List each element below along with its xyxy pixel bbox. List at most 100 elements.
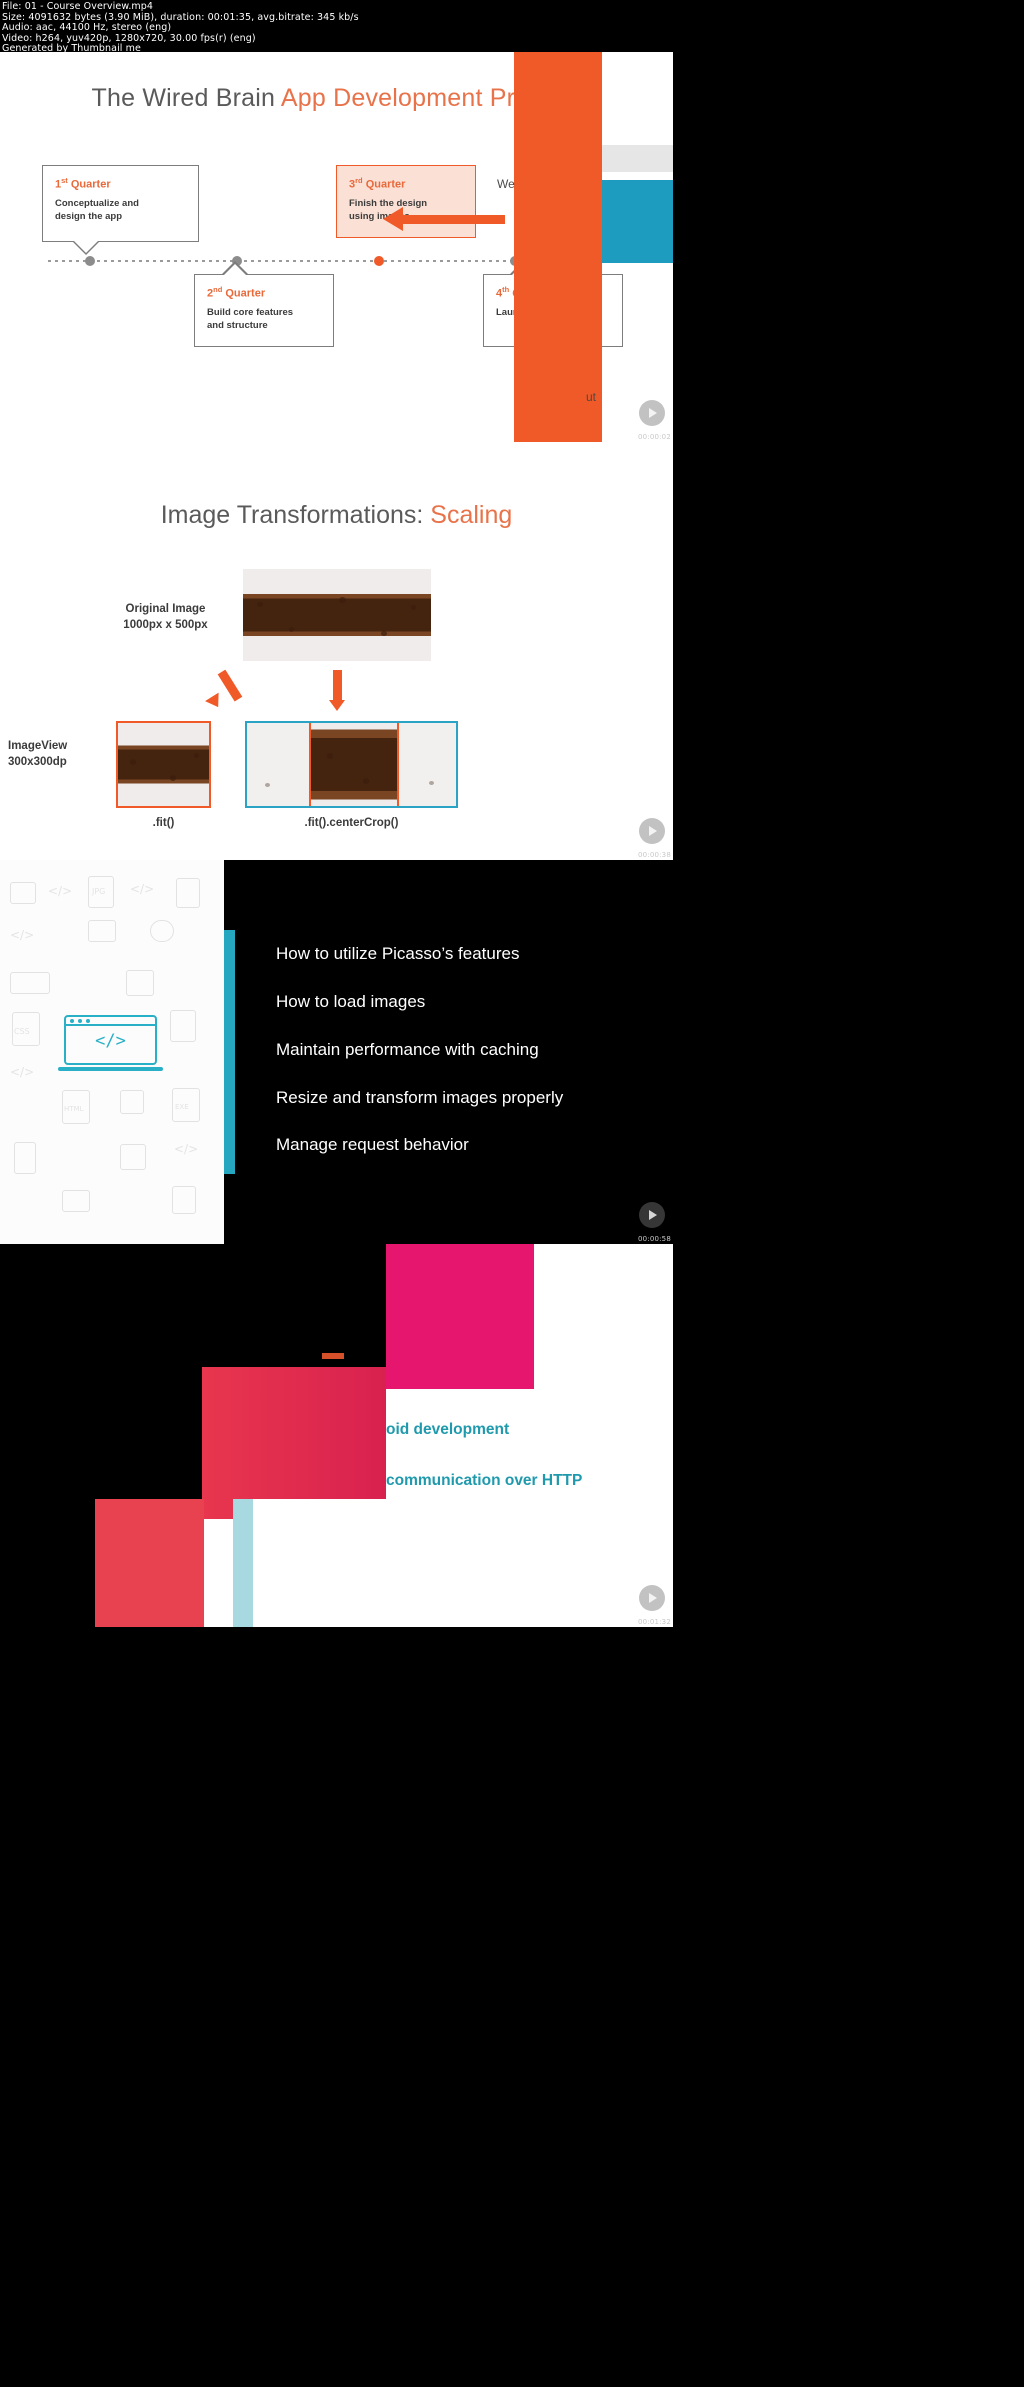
centercrop-caption: .fit().centerCrop() (304, 817, 399, 829)
quarter-4-suffix: th (502, 285, 510, 294)
quarter-1-body: Conceptualize and design the app (55, 197, 186, 224)
css-file-label: CSS (14, 1027, 30, 1036)
imageview-label-line1: ImageView (8, 740, 68, 752)
bullet-item-2: How to load images (276, 992, 426, 1011)
original-image-sample (243, 569, 431, 661)
terminal-icon (62, 1190, 90, 1212)
cursor-icon-2 (172, 1186, 196, 1214)
glitch-white-right (534, 1244, 673, 1627)
quarter-2-body-line2: and structure (207, 320, 268, 332)
quarter-1-tail-inner (73, 239, 99, 253)
laptop-code-icon: </> (58, 1015, 163, 1077)
thumbnail-frame-2[interactable]: Image Transformations: Scaling Original … (0, 442, 673, 860)
play-badge-icon-4 (639, 1585, 665, 1611)
thumbnail-contact-sheet: The Wired Brain App Development Process … (0, 52, 1024, 2387)
quarter-3-suffix: rd (355, 176, 363, 185)
thumbnail-frame-4[interactable]: oid development communication over HTTP … (0, 1244, 673, 1627)
slide-2-title: Image Transformations: Scaling (0, 501, 673, 530)
fit-result-image (116, 721, 211, 808)
frame-timestamp-4: 00:01:32 (637, 1618, 671, 1626)
timeline-node-3 (374, 256, 384, 266)
metadata-video-line: Video: h264, yuv420p, 1280x720, 30.00 fp… (2, 32, 256, 44)
centercrop-result-image (245, 721, 458, 808)
chain-icon (120, 1144, 146, 1170)
link-icon (150, 920, 174, 942)
thumbnail-frame-1[interactable]: The Wired Brain App Development Process … (0, 52, 673, 442)
down-arrow-icon (329, 670, 345, 712)
original-image-label-line1: Original Image (125, 603, 206, 615)
quarter-1-body-line2: design the app (55, 211, 123, 223)
window-icon (10, 882, 36, 904)
bug-icon (120, 1090, 144, 1114)
bullet-item-1: How to utilize Picasso’s features (276, 944, 520, 963)
glitch-orange-dash (322, 1353, 344, 1359)
bullet-item-4: Resize and transform images properly (276, 1088, 564, 1107)
original-image-label-line2: 1000px x 500px (123, 619, 208, 631)
imageview-label: ImageView 300x300dp (8, 738, 128, 770)
glitch-lightblue-bar (233, 1499, 253, 1627)
quarter-2-tail-inner (222, 263, 248, 277)
brick-icon (88, 920, 116, 942)
bullet-item-5: Manage request behavior (276, 1135, 469, 1154)
imageview-label-line2: 300x300dp (8, 756, 67, 768)
frame-timestamp-1: 00:00:02 (637, 433, 671, 441)
glitch-red-block (202, 1367, 386, 1519)
quarter-3-word: Quarter (365, 178, 406, 191)
quarter-2-title: 2nd Quarter (207, 285, 321, 300)
exe-file-label: EXE (175, 1103, 189, 1111)
code-icon-3: </> (10, 928, 35, 942)
slide-1-title-plain: The Wired Brain (91, 84, 281, 112)
frame-timestamp-2: 00:00:38 (637, 851, 671, 859)
bullet-item-3: Maintain performance with caching (276, 1040, 539, 1059)
code-icon-5: </> (174, 1142, 199, 1156)
glitch-pink-block (386, 1244, 534, 1389)
quarter-1-title: 1st Quarter (55, 176, 186, 191)
thumbnail-frame-3[interactable]: </> JPG </> </> CSS </> HTML EXE </> </>… (0, 860, 673, 1244)
jpg-file-label: JPG (92, 887, 106, 896)
play-badge-icon-2 (639, 818, 665, 844)
teal-accent-bar (224, 930, 235, 1174)
code-icon-4: </> (10, 1065, 35, 1079)
play-badge-icon-3 (639, 1202, 665, 1228)
code-icon-2: </> (130, 882, 155, 896)
timeline-node-1 (85, 256, 95, 266)
quarter-2-word: Quarter (225, 287, 266, 300)
quarter-1-word: Quarter (70, 178, 111, 191)
overlay-text-top: We (497, 177, 515, 191)
slide-2-title-plain: Image Transformations: (160, 501, 431, 529)
glitch-text-line-1: oid development (386, 1421, 510, 1438)
slide-roadmap: The Wired Brain App Development Process … (0, 52, 673, 442)
overlay-grey-bar (602, 145, 673, 172)
code-icon-1: </> (48, 884, 73, 898)
fit-caption: .fit() (152, 817, 175, 829)
quarter-2-suffix: nd (213, 285, 223, 294)
quarter-1-suffix: st (61, 176, 68, 185)
quarter-box-1: 1st Quarter Conceptualize and design the… (42, 165, 199, 242)
glitch-white-sliver (204, 1519, 233, 1627)
quarter-2-body-line1: Build core features (207, 306, 294, 318)
chip-icon (126, 970, 154, 996)
doc-icon (170, 1010, 196, 1042)
original-image-label: Original Image 1000px x 500px (78, 601, 253, 633)
play-badge-icon-1 (639, 400, 665, 426)
phone-icon (14, 1142, 36, 1174)
glitch-text-line-2: communication over HTTP (386, 1472, 583, 1489)
keyboard-icon (10, 972, 50, 994)
icon-pattern-background: </> JPG </> </> CSS </> HTML EXE </> </> (0, 860, 224, 1244)
glitch-red-lower (95, 1499, 204, 1627)
emphasis-arrow-icon (383, 207, 505, 231)
quarter-3-title: 3rd Quarter (349, 176, 463, 191)
frame-timestamp-3: 00:00:58 (637, 1235, 671, 1243)
quarter-1-body-line1: Conceptualize and (55, 197, 139, 209)
quarter-box-2: 2nd Quarter Build core features and stru… (194, 274, 334, 347)
video-metadata-header: File: 01 - Course Overview.mp4 Size: 409… (0, 0, 1024, 54)
overlay-teal-bar (602, 180, 673, 263)
glitch-white-lower (253, 1499, 386, 1627)
metadata-file-line: File: 01 - Course Overview.mp4 (2, 1, 154, 12)
overlay-text-bottom: ut (586, 390, 597, 404)
overlay-orange-block (514, 52, 602, 442)
cursor-frame-icon (176, 878, 200, 908)
quarter-2-body: Build core features and structure (207, 306, 321, 333)
diagonal-arrow-icon (205, 669, 245, 712)
html-file-label: HTML (64, 1105, 84, 1113)
